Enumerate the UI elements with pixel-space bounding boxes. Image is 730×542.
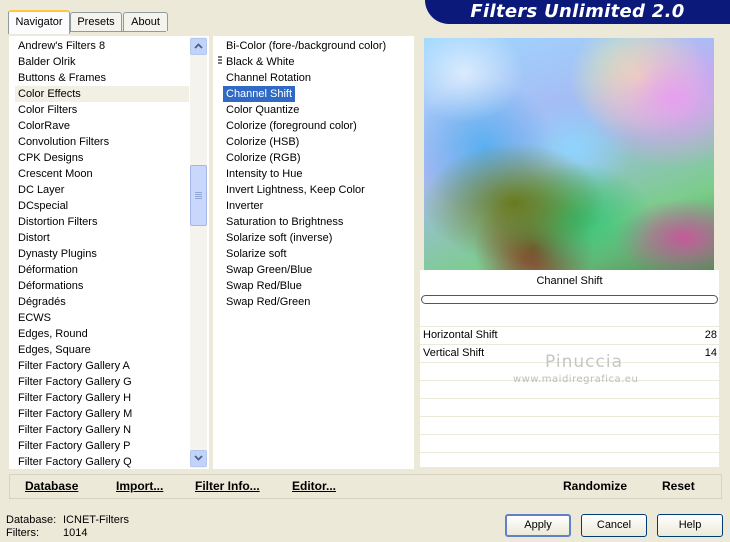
category-item[interactable]: Balder Olrik: [15, 54, 189, 70]
category-item[interactable]: Filter Factory Gallery P: [15, 438, 189, 454]
param-value: 14: [704, 347, 717, 359]
status-database-value: ICNET-Filters: [63, 514, 129, 526]
app-title: Filters Unlimited 2.0: [470, 1, 685, 22]
progress-bar: [421, 295, 718, 304]
filter-item[interactable]: Saturation to Brightness: [223, 214, 411, 230]
category-item[interactable]: Convolution Filters: [15, 134, 189, 150]
apply-button[interactable]: Apply: [505, 514, 571, 537]
tab-about[interactable]: About: [123, 12, 168, 31]
status-database-label: Database:: [6, 514, 57, 526]
category-item[interactable]: Dynasty Plugins: [15, 246, 189, 262]
reset-button[interactable]: Reset: [662, 479, 695, 493]
category-item[interactable]: Distort: [15, 230, 189, 246]
filter-item[interactable]: Swap Red/Blue: [223, 278, 411, 294]
filter-item[interactable]: Bi-Color (fore-/background color): [223, 38, 411, 54]
category-item[interactable]: Dégradés: [15, 294, 189, 310]
import-button[interactable]: Import...: [116, 479, 163, 493]
chevron-up-icon: [194, 43, 203, 49]
category-item[interactable]: Déformations: [15, 278, 189, 294]
title-banner: Filters Unlimited 2.0: [425, 0, 730, 24]
status-filters-value: 1014: [63, 527, 88, 539]
filter-item[interactable]: Black & White: [223, 54, 411, 70]
chevron-down-icon: [194, 455, 203, 461]
watermark-url: www.maidiregrafica.eu: [513, 374, 639, 385]
param-label: Horizontal Shift: [423, 329, 498, 341]
category-item[interactable]: DC Layer: [15, 182, 189, 198]
filter-item[interactable]: Intensity to Hue: [223, 166, 411, 182]
tab-navigator[interactable]: Navigator: [8, 10, 70, 34]
scroll-down-button[interactable]: [190, 450, 207, 467]
filter-item[interactable]: Solarize soft: [223, 246, 411, 262]
filter-item[interactable]: Channel Shift: [223, 86, 296, 102]
scroll-up-button[interactable]: [190, 38, 207, 55]
scroll-thumb[interactable]: [190, 165, 207, 226]
category-item[interactable]: CPK Designs: [15, 150, 189, 166]
category-item[interactable]: Crescent Moon: [15, 166, 189, 182]
preview-image: [424, 38, 714, 270]
database-button[interactable]: Database: [25, 479, 78, 493]
category-item[interactable]: Filter Factory Gallery Q: [15, 454, 189, 470]
category-item[interactable]: DCspecial: [15, 198, 189, 214]
category-scrollbar[interactable]: [190, 37, 207, 468]
filter-item[interactable]: Color Quantize: [223, 102, 411, 118]
filter-item[interactable]: Inverter: [223, 198, 411, 214]
param-value: 28: [704, 329, 717, 341]
category-item[interactable]: Filter Factory Gallery N: [15, 422, 189, 438]
help-button[interactable]: Help: [657, 514, 723, 537]
category-item[interactable]: Déformation: [15, 262, 189, 278]
category-item[interactable]: Distortion Filters: [15, 214, 189, 230]
param-horizontal-shift[interactable]: Horizontal Shift 28: [421, 327, 719, 343]
preview-caption: Channel Shift: [536, 275, 603, 287]
randomize-button[interactable]: Randomize: [563, 479, 627, 493]
filter-item[interactable]: Swap Red/Green: [223, 294, 411, 310]
filter-info-button[interactable]: Filter Info...: [195, 479, 260, 493]
category-item[interactable]: ECWS: [15, 310, 189, 326]
category-item[interactable]: ColorRave: [15, 118, 189, 134]
category-item[interactable]: Edges, Round: [15, 326, 189, 342]
status-filters-label: Filters:: [6, 527, 39, 539]
filter-item[interactable]: Colorize (foreground color): [223, 118, 411, 134]
category-item[interactable]: Filter Factory Gallery M: [15, 406, 189, 422]
cancel-button[interactable]: Cancel: [581, 514, 647, 537]
category-item[interactable]: Filter Factory Gallery A: [15, 358, 189, 374]
tab-presets[interactable]: Presets: [70, 12, 122, 31]
category-item[interactable]: Buttons & Frames: [15, 70, 189, 86]
filter-item[interactable]: Swap Green/Blue: [223, 262, 411, 278]
filter-item[interactable]: Channel Rotation: [223, 70, 411, 86]
category-item[interactable]: Edges, Square: [15, 342, 189, 358]
category-item[interactable]: Filter Factory Gallery H: [15, 390, 189, 406]
drag-handle-icon: [218, 56, 222, 67]
editor-button[interactable]: Editor...: [292, 479, 336, 493]
category-item[interactable]: Andrew's Filters 8: [15, 38, 189, 54]
category-item[interactable]: Filter Factory Gallery G: [15, 374, 189, 390]
category-list: Andrew's Filters 8 Balder Olrik Buttons & …: [15, 38, 189, 470]
filter-item[interactable]: Colorize (HSB): [223, 134, 411, 150]
filter-item[interactable]: Invert Lightness, Keep Color: [223, 182, 411, 198]
category-item[interactable]: Color Filters: [15, 102, 189, 118]
param-label: Vertical Shift: [423, 347, 485, 359]
filter-item[interactable]: Solarize soft (inverse): [223, 230, 411, 246]
filter-list: Bi-Color (fore-/background color) Black &…: [223, 38, 411, 310]
watermark-name: Pinuccia: [545, 352, 623, 372]
category-item[interactable]: Color Effects: [15, 86, 189, 102]
filter-item[interactable]: Colorize (RGB): [223, 150, 411, 166]
